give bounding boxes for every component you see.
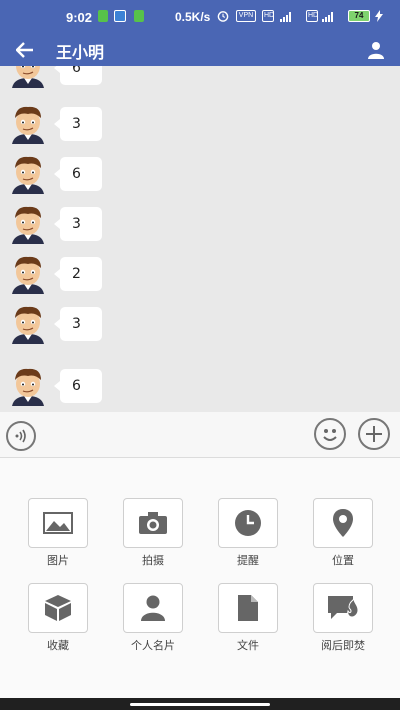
back-button[interactable] [12,38,38,62]
message-item: 3 [8,304,228,346]
burn-after-read-icon[interactable] [313,583,373,633]
title-bar: 王小明 [0,34,400,66]
home-indicator[interactable] [130,703,270,706]
clock-icon[interactable] [218,498,278,548]
message-bubble[interactable]: 3 [54,107,102,141]
message-bubble[interactable]: 6 [54,157,102,191]
input-bar [0,412,400,458]
battery-indicator: 74 [348,10,370,22]
avatar[interactable] [8,104,48,144]
emoji-icon [323,429,337,441]
notification-icon [114,10,126,22]
notification-icon [134,10,144,22]
person-icon [368,42,384,59]
hd-icon: HD [262,10,274,22]
tool-label: 阅后即焚 [321,639,365,652]
signal-icon [280,12,291,22]
message-list[interactable]: 6 3 6 3 2 3 6 [0,66,400,412]
tool-label: 位置 [332,554,354,567]
voice-button[interactable] [6,421,36,451]
emoji-button[interactable] [314,418,346,450]
message-item: 6 [8,66,228,90]
message-item: 3 [8,204,228,246]
message-bubble[interactable]: 6 [54,369,102,403]
tool-label: 个人名片 [131,639,175,652]
message-bubble[interactable]: 2 [54,257,102,291]
tool-panel: 图片 拍摄 提醒 位置收藏 个人名片 文件 阅后即焚 [0,458,400,698]
avatar[interactable] [8,366,48,406]
voice-icon [15,429,26,443]
camera-icon[interactable] [123,498,183,548]
tool-label: 拍摄 [142,554,164,567]
tool-person-card-button[interactable]: 个人名片 [113,583,193,663]
signal-icon [322,12,333,22]
message-item: 3 [8,104,228,146]
avatar[interactable] [8,204,48,244]
tool-file-button[interactable]: 文件 [208,583,288,663]
tool-label: 图片 [47,554,69,567]
navigation-bar [0,698,400,710]
tool-label: 收藏 [47,639,69,652]
status-time: 9:02 [66,10,93,25]
tool-clock-button[interactable]: 提醒 [208,498,288,578]
profile-button[interactable] [364,38,388,62]
image-icon[interactable] [28,498,88,548]
location-pin-icon[interactable] [313,498,373,548]
message-bubble[interactable]: 3 [54,307,102,341]
cube-icon[interactable] [28,583,88,633]
notification-icon [98,10,108,22]
message-bubble[interactable]: 3 [54,207,102,241]
alarm-icon [217,11,229,22]
tool-image-button[interactable]: 图片 [18,498,98,578]
more-button[interactable] [358,418,390,450]
person-card-icon[interactable] [123,583,183,633]
hd-icon: HD [306,10,318,22]
tool-location-pin-button[interactable]: 位置 [303,498,383,578]
avatar[interactable] [8,154,48,194]
charging-icon [375,10,383,22]
message-item: 6 [8,154,228,196]
file-icon[interactable] [218,583,278,633]
avatar[interactable] [8,66,48,88]
status-bar: 9:02 0.5K/s VPN HD HD 74 [0,0,400,34]
tool-burn-after-read-button[interactable]: 阅后即焚 [303,583,383,663]
tool-camera-button[interactable]: 拍摄 [113,498,193,578]
plus-icon [366,426,382,442]
tool-label: 提醒 [237,554,259,567]
message-item: 2 [8,254,228,296]
message-bubble[interactable]: 6 [54,66,102,85]
message-item: 6 [8,366,228,408]
tool-cube-button[interactable]: 收藏 [18,583,98,663]
tool-label: 文件 [237,639,259,652]
network-speed: 0.5K/s [175,10,211,24]
avatar[interactable] [8,304,48,344]
vpn-icon: VPN [236,10,256,22]
chat-title: 王小明 [56,43,105,62]
back-arrow-icon [16,42,33,58]
avatar[interactable] [8,254,48,294]
